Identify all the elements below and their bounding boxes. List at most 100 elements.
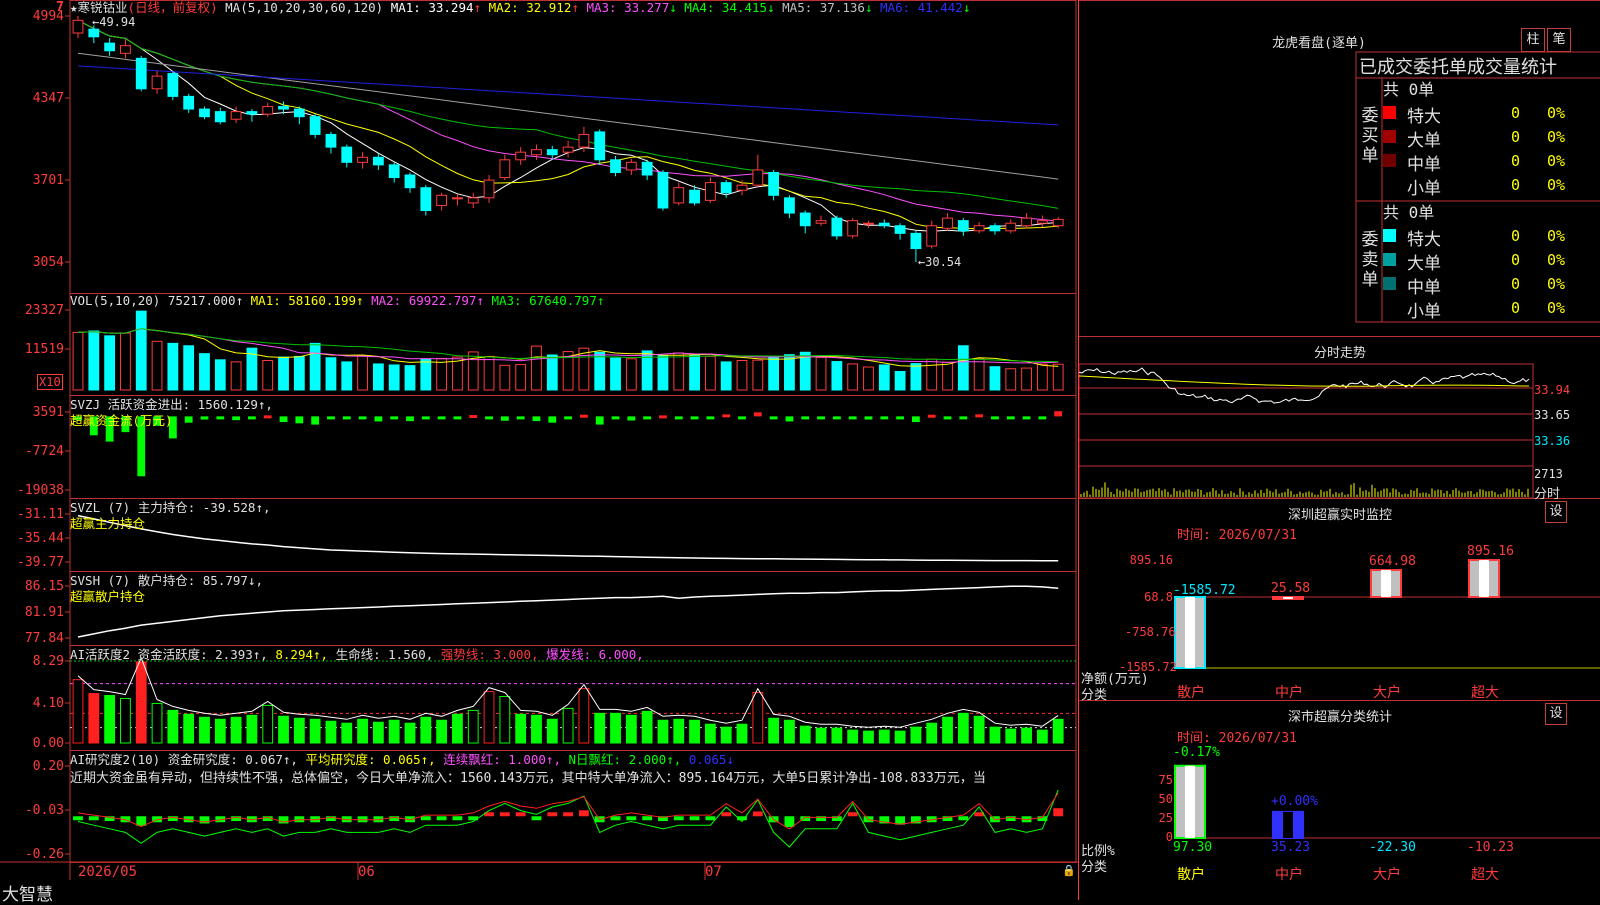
vol-bar-34 xyxy=(610,357,621,391)
bar-mode-button[interactable]: 柱 xyxy=(1521,28,1545,52)
svzj-bar-20 xyxy=(390,416,399,420)
svzj-bar-58 xyxy=(991,416,999,420)
ai-active-bar-30 xyxy=(546,718,558,744)
sell-row-vol-3: 0 xyxy=(1511,299,1521,317)
buy-label: 委买单 xyxy=(1361,106,1379,166)
candle-body-28 xyxy=(515,151,527,161)
x-label-jul: 07 xyxy=(705,864,722,880)
ai-active-bar-11 xyxy=(246,714,258,744)
candle-body-51 xyxy=(878,222,890,227)
monitor-cat-0: 散户 xyxy=(1177,685,1205,701)
ai-active-bar-15 xyxy=(309,718,321,744)
ai-research-cont: 连续飘红: 1.000↑, xyxy=(443,752,561,767)
svzj-bar-15 xyxy=(311,416,320,425)
candle-body-50 xyxy=(863,222,874,225)
ai-active-bar-13 xyxy=(278,715,289,744)
ai-research-bar-1 xyxy=(88,816,99,821)
intraday-ytick-0: 33.94 xyxy=(1534,383,1571,397)
svzj-bar-51 xyxy=(880,416,889,420)
buy-row-swatch-3 xyxy=(1383,178,1396,191)
vol-bar-40 xyxy=(704,355,716,391)
vol-bar-58 xyxy=(989,366,1001,391)
ma-value-5: MA5: 37.136 xyxy=(782,0,865,15)
vol-title: VOL(5,10,20) xyxy=(70,293,161,308)
classify-ytick-1: 50 xyxy=(1158,792,1173,806)
ai-active-bar-20 xyxy=(388,719,400,744)
svsh-ytick-0: 86.15 xyxy=(24,579,64,594)
candle-body-47 xyxy=(815,220,827,224)
ai-active-burst: 爆发线: 6.000, xyxy=(546,647,644,662)
lock-icon[interactable]: 🔒 xyxy=(1062,864,1076,877)
candle-body-8 xyxy=(199,108,210,118)
ai-research-last: 0.065↓ xyxy=(688,752,734,767)
candle-body-42 xyxy=(736,184,748,191)
ai-active-bar-9 xyxy=(214,718,226,744)
ai-active-bar-60 xyxy=(1021,727,1032,744)
candle-body-3 xyxy=(120,45,131,54)
ai-active-bar-46 xyxy=(799,725,811,744)
buy-row-swatch-0 xyxy=(1383,106,1396,119)
svzj-bar-36 xyxy=(643,416,652,420)
period-label[interactable]: (日线，前复权) xyxy=(128,0,218,15)
classify-top-label-0: -0.17% xyxy=(1173,745,1220,760)
ma-arrow-6: ↓ xyxy=(962,0,971,15)
sell-row-name-3: 小单 xyxy=(1407,302,1441,322)
buy-row-vol-2: 0 xyxy=(1511,152,1521,170)
ai-active-strong: 强势线: 3.000, xyxy=(440,647,539,662)
monitor-xlabel: 分类 xyxy=(1081,688,1108,703)
ai-active-bar-43 xyxy=(752,692,764,744)
ai-research-bar-34 xyxy=(610,816,621,821)
ai-active-bar-31 xyxy=(562,707,574,744)
svzl-sub: 超赢主力持仓 xyxy=(70,516,146,531)
vol-bar-13 xyxy=(278,356,289,391)
monitor-settings-button[interactable]: 设 xyxy=(1545,501,1567,523)
vol-bar-37 xyxy=(657,355,669,391)
side-subtitle: 已成交委托单成交量统计 xyxy=(1359,57,1557,78)
ai-research-header: AI研究度2(10) 资金研究度: 0.067↑, 平均研究度: 0.065↑,… xyxy=(70,752,1075,788)
vol-bar-48 xyxy=(831,361,843,391)
candle-body-53 xyxy=(910,232,922,250)
ai-active-bar-27 xyxy=(499,696,511,744)
vol-bar-59 xyxy=(1005,368,1017,391)
x-label-may: 2026/05 xyxy=(78,864,138,880)
ai-active-bar-32 xyxy=(578,688,590,744)
stock-name[interactable]: 寒锐钴业 xyxy=(78,0,128,15)
classify-ytick-0: 75 xyxy=(1158,773,1173,787)
ai-research-bar-62 xyxy=(1053,808,1064,817)
ai-active-bar-3 xyxy=(120,697,131,744)
vol-bar-32 xyxy=(578,347,590,391)
intraday-ytick-1: 33.65 xyxy=(1534,408,1571,422)
low-price-label: ←30.54 xyxy=(918,255,961,269)
tick-mode-button[interactable]: 笔 xyxy=(1547,28,1571,52)
ai-research-bar-22 xyxy=(420,816,431,821)
svzj-bar-50 xyxy=(864,416,873,420)
classify-settings-button[interactable]: 设 xyxy=(1545,703,1567,725)
svzj-bar-41 xyxy=(722,414,731,418)
vol-bar-39 xyxy=(689,354,700,391)
vol-unit: X10 xyxy=(37,374,63,390)
intraday-frame xyxy=(1079,363,1534,499)
ai-active-bar-40 xyxy=(704,723,716,744)
ai-active-bar-24 xyxy=(452,713,463,744)
candle-body-59 xyxy=(1005,222,1017,232)
intraday-vol: 2713 xyxy=(1534,467,1563,481)
svzl-ytick-1: -35.44 xyxy=(17,531,64,546)
svsh-sub: 超赢散户持仓 xyxy=(70,589,146,604)
svzj-bar-38 xyxy=(674,416,683,420)
ma-arrow-3: ↓ xyxy=(669,0,685,15)
candle-body-30 xyxy=(546,149,558,156)
sell-row-vol-0: 0 xyxy=(1511,227,1521,245)
vol-bar-62 xyxy=(1052,363,1064,391)
vol-bar-41 xyxy=(720,361,732,391)
ai-research-bar-31 xyxy=(563,812,573,817)
ai-research-bar-32 xyxy=(579,810,589,817)
classify-val-3: -10.23 xyxy=(1467,840,1514,855)
vol-bar-52 xyxy=(894,370,906,391)
svzj-ytick-1: -7724 xyxy=(24,444,64,459)
sell-row-pct-0: 0% xyxy=(1547,227,1566,245)
sell-total: 共 0单 xyxy=(1383,203,1435,222)
classify-title: 深市超赢分类统计 xyxy=(1287,710,1392,725)
vol-bar-29 xyxy=(531,345,542,391)
candle-body-32 xyxy=(578,133,590,148)
svzj-bar-16 xyxy=(327,416,335,420)
